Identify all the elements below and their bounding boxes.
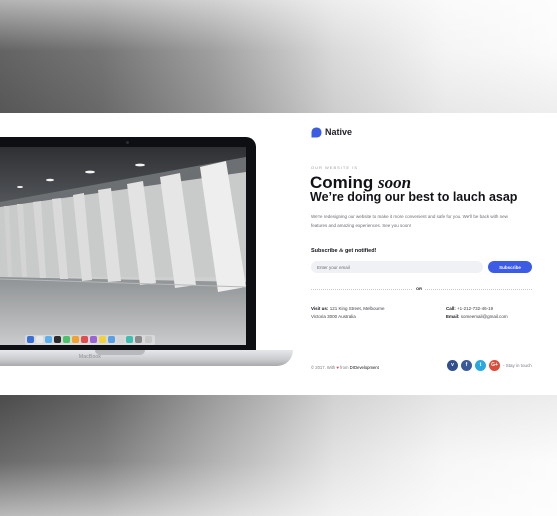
visit-label: Visit us: — [311, 306, 329, 311]
dock-app-icon — [126, 336, 133, 343]
vimeo-icon[interactable]: v — [447, 360, 458, 371]
dock-app-icon — [108, 336, 115, 343]
social-glyph: v — [451, 362, 454, 368]
subscribe-button[interactable]: Subscribe — [488, 261, 532, 273]
dock-app-icon — [27, 336, 34, 343]
heart-icon: ♥ — [336, 365, 339, 370]
laptop-screen-image — [0, 147, 246, 345]
architecture-photo — [0, 147, 246, 345]
facebook-icon[interactable]: f — [461, 360, 472, 371]
laptop-base — [0, 350, 293, 366]
stay-in-touch: - Stay in touch — [503, 363, 532, 368]
dock-app-icon — [36, 336, 43, 343]
dock-app-icon — [45, 336, 52, 343]
social-glyph: t — [479, 362, 482, 368]
page-subtitle: We’re doing our best to lauch asap — [310, 190, 518, 204]
twitter-icon[interactable]: t — [475, 360, 486, 371]
address-line1: 121 King Street, Melbourne — [329, 306, 385, 311]
background-blur-top — [0, 0, 557, 113]
eyebrow-text: OUR WEBSITE IS — [311, 165, 358, 170]
dock-app-icon — [72, 336, 79, 343]
brand-name: Native — [325, 127, 353, 137]
email-label: Email: — [446, 314, 460, 319]
company-link[interactable]: DrDevelopment — [350, 365, 379, 370]
subscribe-label-prefix: Subscribe — [311, 248, 338, 254]
address-block: Visit us: 121 King Street, Melbourne Vic… — [311, 305, 385, 321]
copyright: © 2017. With ♥ from DrDevelopment — [311, 365, 379, 370]
social-glyph: f — [465, 362, 468, 368]
native-logo-icon — [311, 127, 322, 138]
copyright-text: © 2017. With — [311, 365, 336, 370]
dock-app-icon — [63, 336, 70, 343]
social-glyph: G+ — [491, 362, 498, 368]
laptop-label: MacBook — [78, 354, 102, 360]
background-blur-bottom — [0, 395, 557, 516]
phone-number[interactable]: +1-212-732-46-19 — [457, 306, 493, 311]
laptop-camera — [126, 141, 129, 144]
mac-dock — [25, 335, 155, 345]
from-text: from — [340, 365, 349, 370]
subscribe-label-italic: & — [339, 248, 344, 254]
dock-app-icon — [135, 336, 142, 343]
call-label: Call: — [446, 306, 456, 311]
dock-app-icon — [117, 336, 124, 343]
dock-app-icon — [54, 336, 61, 343]
address-line2: Victoria 3000 Australia — [311, 314, 356, 319]
email-link[interactable]: someemail@gmail.com — [461, 314, 508, 319]
dock-app-icon — [99, 336, 106, 343]
description: We're redesigning our website to make it… — [311, 214, 508, 228]
dock-app-icon — [81, 336, 88, 343]
subscribe-label-suffix: get notified! — [344, 248, 377, 254]
email-field[interactable] — [311, 261, 483, 273]
contact-block: Call: +1-212-732-46-19 Email: someemail@… — [446, 305, 508, 321]
subscribe-label: Subscribe & get notified! — [311, 248, 376, 254]
divider-label: OR — [413, 286, 425, 291]
dock-app-icon — [145, 336, 152, 343]
google-plus-icon[interactable]: G+ — [489, 360, 500, 371]
dock-app-icon — [90, 336, 97, 343]
